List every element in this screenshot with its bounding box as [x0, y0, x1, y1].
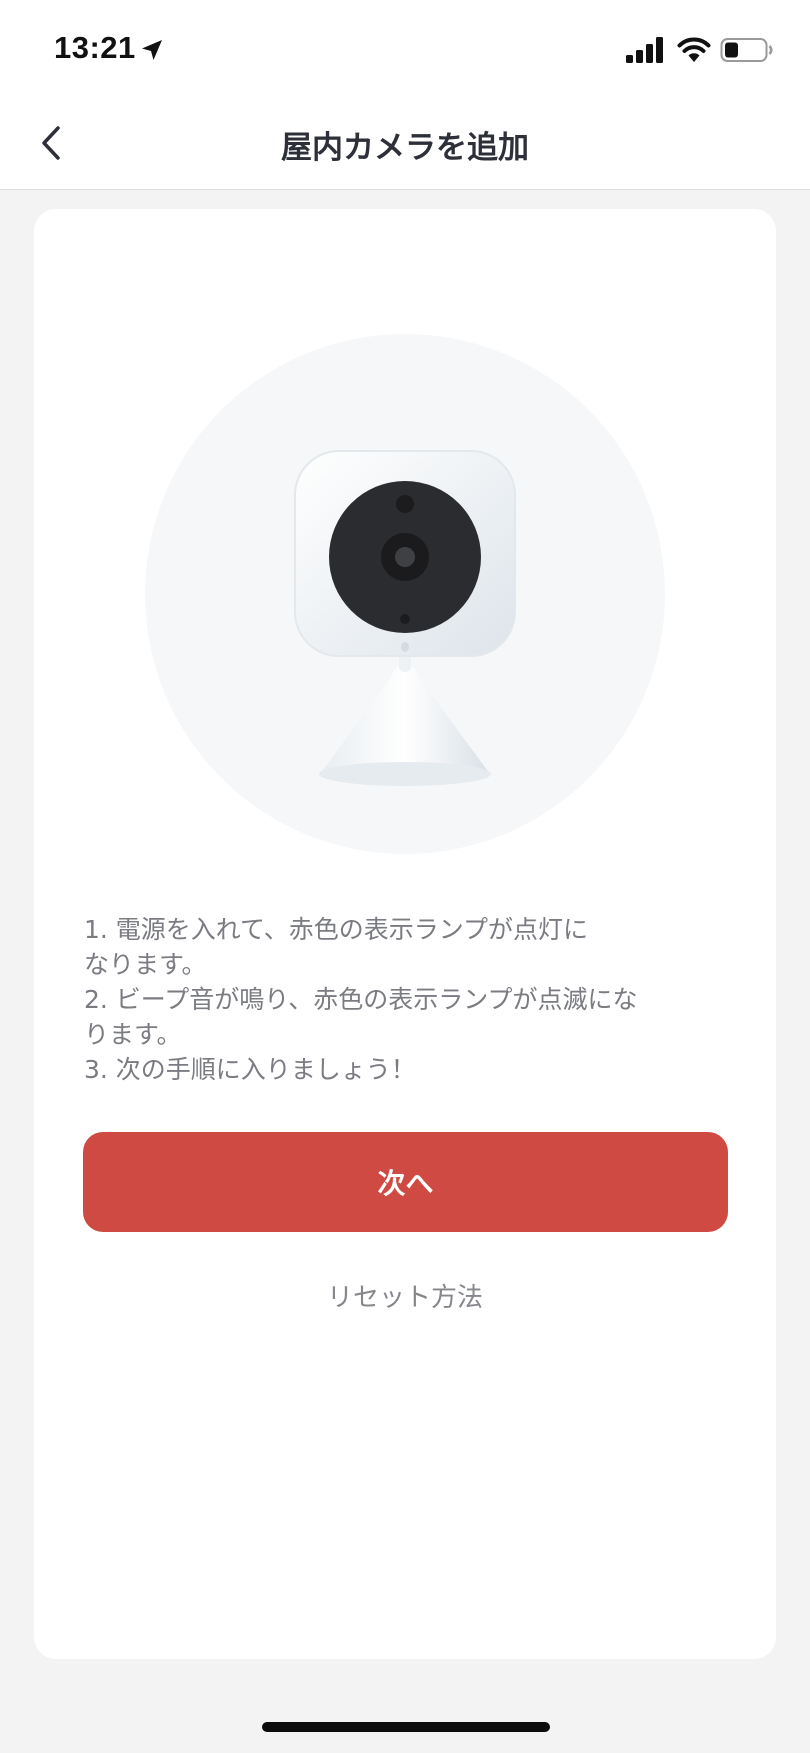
- instruction-line: 1. 電源を入れて、赤色の表示ランプが点灯に: [84, 915, 589, 944]
- status-bar: 13:21: [0, 0, 810, 100]
- page-title: 屋内カメラを追加: [281, 130, 529, 166]
- navigation-bar: 屋内カメラを追加: [0, 100, 810, 190]
- setup-card: 1. 電源を入れて、赤色の表示ランプが点灯に なります。 2. ビープ音が鳴り、…: [34, 209, 776, 1659]
- illustration-backdrop: [145, 334, 665, 854]
- status-time: 13:21: [54, 30, 136, 65]
- next-button[interactable]: 次へ: [83, 1132, 728, 1232]
- instruction-list: 1. 電源を入れて、赤色の表示ランプが点灯に なります。 2. ビープ音が鳴り、…: [84, 912, 734, 1087]
- battery-icon: [720, 38, 773, 62]
- instruction-line: ります。: [84, 1020, 182, 1049]
- wifi-icon: [677, 37, 711, 62]
- cellular-signal-icon: [626, 37, 663, 63]
- home-indicator[interactable]: [262, 1722, 550, 1732]
- reset-method-link[interactable]: リセット方法: [34, 1277, 776, 1314]
- location-arrow-icon: [142, 40, 162, 60]
- screen: 13:21 屋内カメラを追加 1. 電源を入れて、赤色の表示ランプが点灯に なり…: [0, 0, 810, 1753]
- instruction-line: 3. 次の手順に入りましょう！: [84, 1055, 416, 1084]
- instruction-line: なります。: [84, 950, 207, 979]
- instruction-line: 2. ビープ音が鳴り、赤色の表示ランプが点滅にな: [84, 985, 638, 1014]
- indoor-camera-illustration: [294, 450, 516, 786]
